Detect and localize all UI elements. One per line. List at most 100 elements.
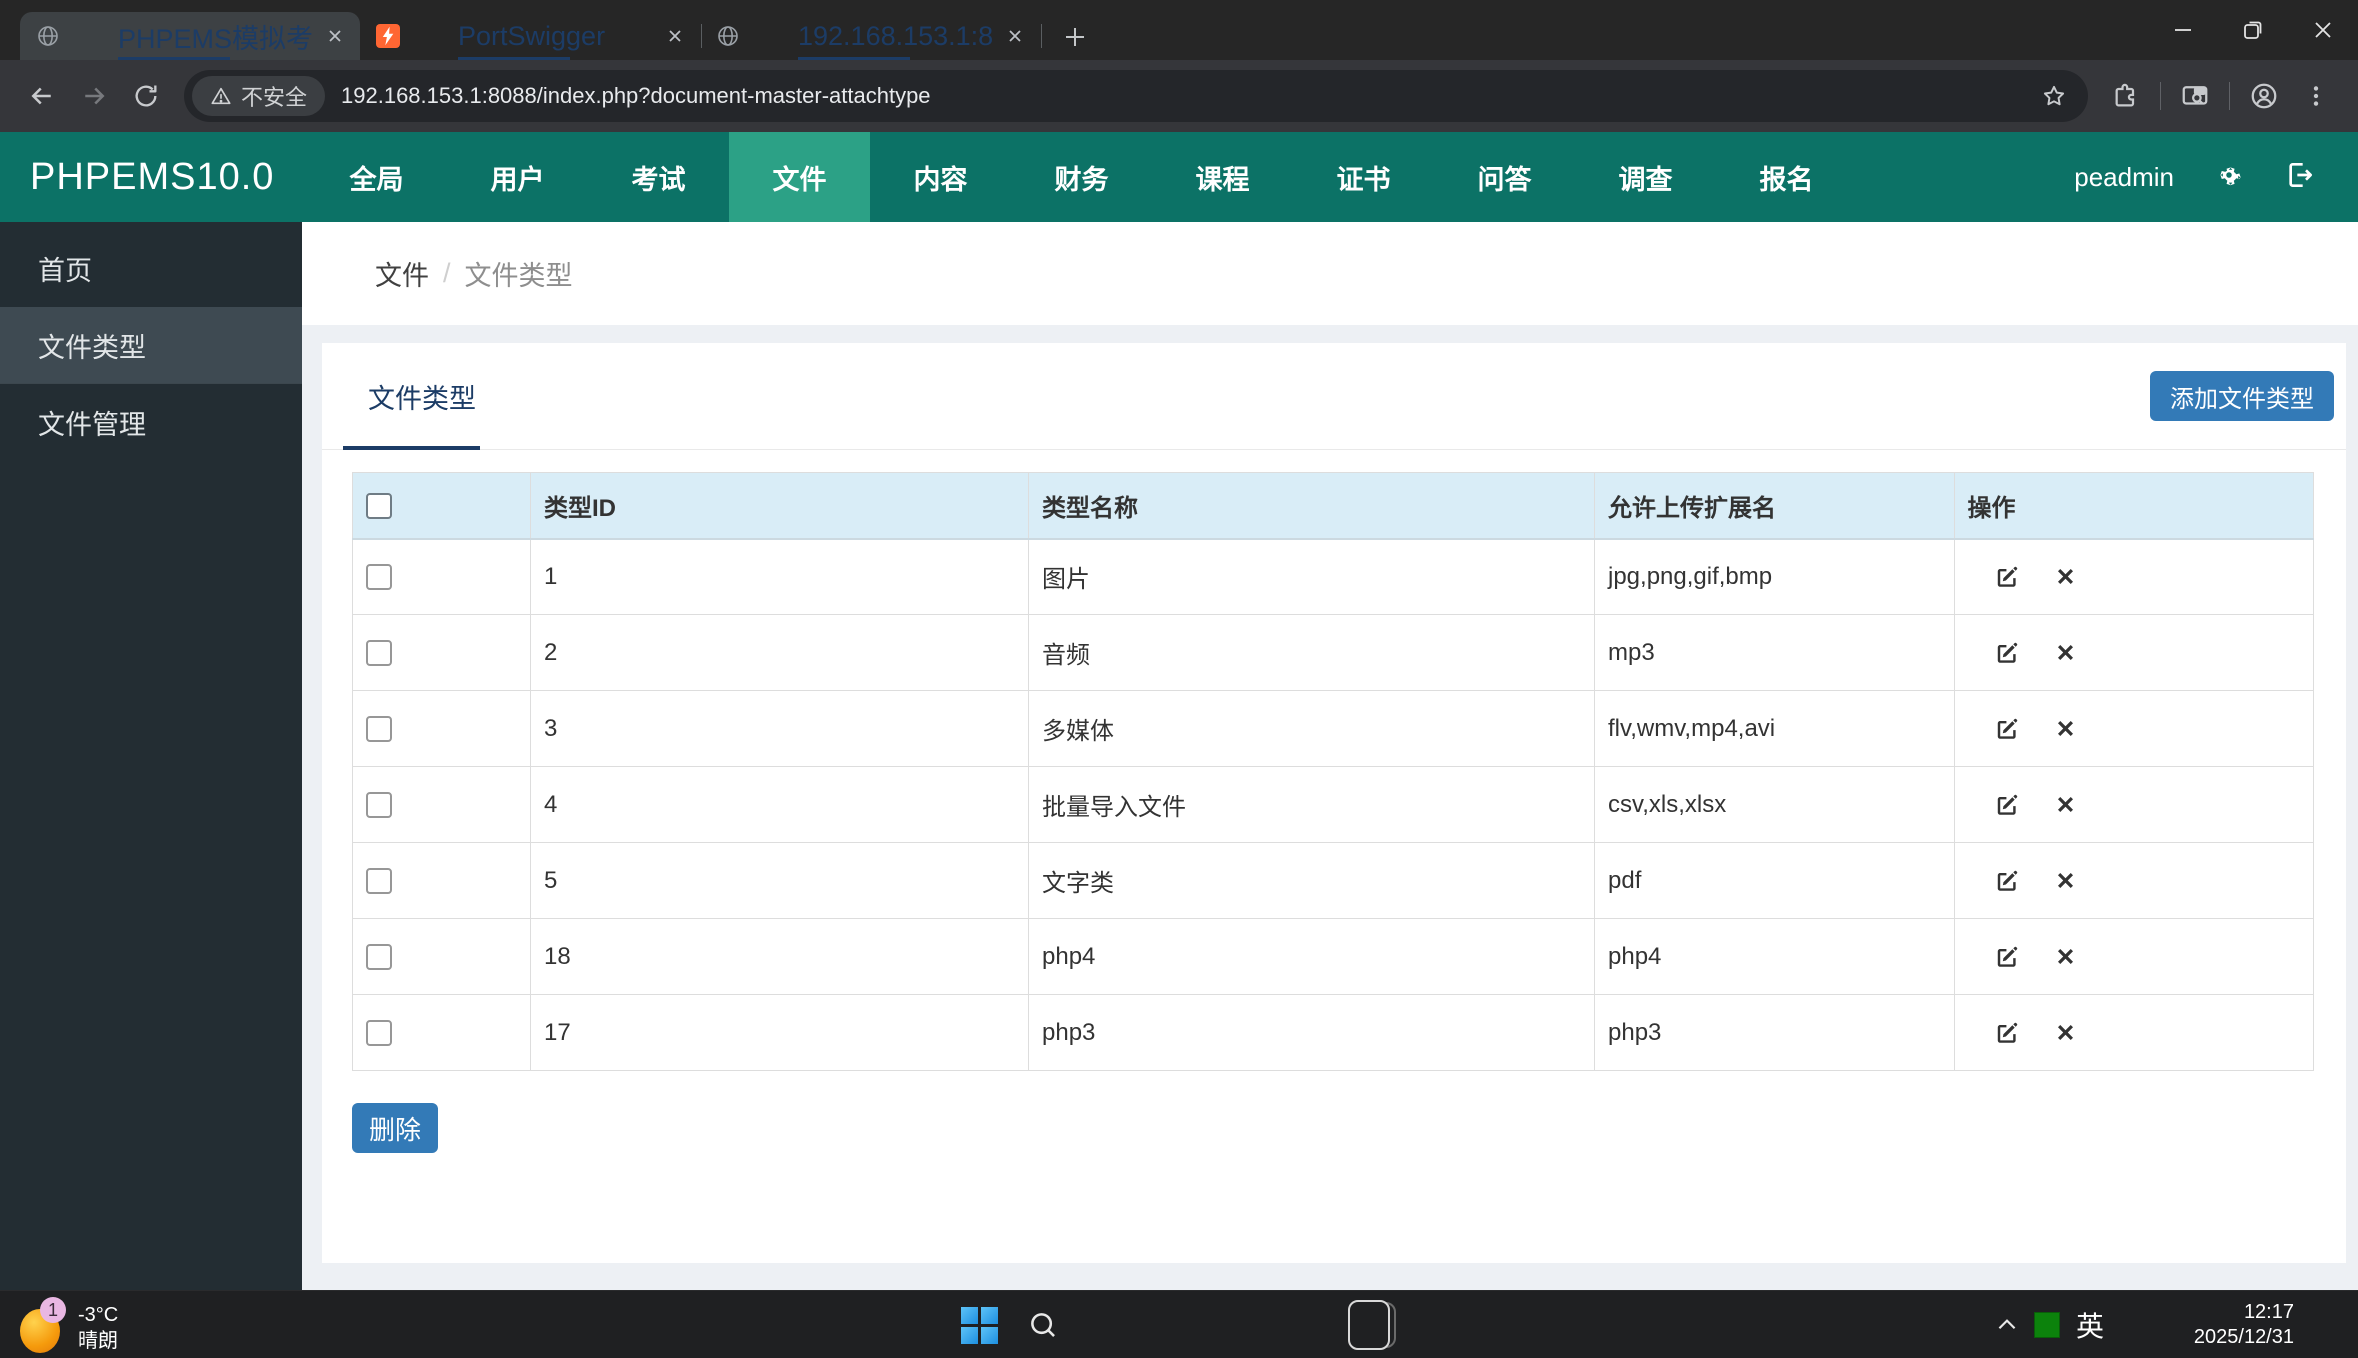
warning-icon: [211, 87, 231, 105]
row-checkbox[interactable]: [366, 564, 392, 591]
weather-widget[interactable]: 1 -3°C 晴朗: [18, 1297, 118, 1354]
url-text[interactable]: 192.168.153.1:8088/index.php?document-ma…: [341, 83, 2034, 109]
nav-item[interactable]: 报名: [1716, 132, 1857, 222]
window-minimize-button[interactable]: [2148, 0, 2218, 60]
window-close-button[interactable]: [2288, 0, 2358, 60]
new-tab-button[interactable]: [1054, 16, 1096, 58]
edit-icon[interactable]: [1992, 790, 2022, 820]
username[interactable]: peadmin: [2074, 162, 2174, 193]
app-top-nav: PHPEMS10.0 全局 用户 考试 文件 内容 财务 课程 证书 问答 调查…: [0, 132, 2358, 222]
file-types-table: 类型ID 类型名称 允许上传扩展名 操作 1 图片 jpg,png,gif,bm…: [352, 472, 2314, 1071]
edit-icon[interactable]: [1992, 714, 2022, 744]
logout-icon[interactable]: [2284, 159, 2316, 196]
tray-chevron-up-icon[interactable]: [1994, 1291, 2020, 1358]
back-icon[interactable]: [16, 70, 68, 122]
type-name-cell: 多媒体: [1028, 690, 1595, 767]
delete-x-icon[interactable]: [2050, 1018, 2080, 1048]
row-checkbox[interactable]: [366, 868, 392, 895]
edit-icon[interactable]: [1992, 942, 2022, 972]
taskbar-clock[interactable]: 12:17 2025/12/31: [2194, 1291, 2294, 1358]
row-checkbox[interactable]: [366, 716, 392, 743]
delete-x-icon[interactable]: [2050, 714, 2080, 744]
browser-menu-icon[interactable]: [2290, 70, 2342, 122]
sidebar-item[interactable]: 首页: [0, 230, 302, 307]
file-types-card: 文件类型 添加文件类型 类型ID 类型名称 允许上传扩展名 操作 1 图片 jp…: [322, 343, 2346, 1263]
nav-item[interactable]: 文件: [729, 132, 870, 222]
tab-close-icon[interactable]: [662, 23, 688, 49]
nav-item-label: 问答: [1477, 164, 1532, 195]
nav-item[interactable]: 用户: [447, 132, 588, 222]
edit-icon[interactable]: [1992, 1018, 2022, 1048]
row-checkbox[interactable]: [366, 944, 392, 971]
breadcrumb-separator: /: [443, 258, 451, 288]
edit-icon[interactable]: [1992, 866, 2022, 896]
tab-favicon-icon: [376, 24, 400, 48]
delete-x-icon[interactable]: [2050, 790, 2080, 820]
taskbar-app-icon[interactable]: [1348, 1291, 1396, 1358]
delete-x-icon[interactable]: [2050, 866, 2080, 896]
nav-item[interactable]: 课程: [1152, 132, 1293, 222]
nav-item[interactable]: 全局: [306, 132, 447, 222]
operations-cell: [1953, 766, 2314, 843]
type-name-cell: php4: [1028, 918, 1595, 995]
address-bar[interactable]: 不安全 192.168.153.1:8088/index.php?documen…: [184, 70, 2088, 122]
tab-close-icon[interactable]: [1002, 23, 1028, 49]
table-header-cell: 类型名称: [1028, 472, 1595, 540]
ime-indicator[interactable]: 英: [2076, 1291, 2104, 1358]
edit-icon[interactable]: [1992, 562, 2022, 592]
taskbar-time: 12:17: [2243, 1301, 2294, 1323]
security-chip[interactable]: 不安全: [192, 76, 326, 116]
forward-icon[interactable]: [68, 70, 120, 122]
type-name-cell: 图片: [1028, 538, 1595, 615]
delete-x-icon[interactable]: [2050, 638, 2080, 668]
browser-tab[interactable]: PHPEMS模拟考试系统后台管理: [20, 12, 360, 60]
extensions-icon[interactable]: [2100, 70, 2152, 122]
profile-icon[interactable]: [2238, 70, 2290, 122]
nav-item[interactable]: 调查: [1575, 132, 1716, 222]
nav-item[interactable]: 内容: [870, 132, 1011, 222]
tab-file-types[interactable]: 文件类型: [343, 343, 480, 450]
row-checkbox[interactable]: [366, 792, 392, 819]
extensions-cell: php4: [1594, 918, 1955, 995]
type-name-cell: php3: [1028, 994, 1595, 1071]
table-row: 18 php4 php4: [352, 918, 2314, 995]
weather-badge: 1: [40, 1297, 66, 1323]
sidebar-item[interactable]: 文件类型: [0, 307, 302, 384]
nav-menu: 全局 用户 考试 文件 内容 财务 课程 证书 问答 调查 报名: [306, 132, 1857, 222]
row-checkbox[interactable]: [366, 1020, 392, 1047]
nav-item[interactable]: 财务: [1011, 132, 1152, 222]
sidebar-search-icon[interactable]: [2169, 70, 2221, 122]
breadcrumb-parent[interactable]: 文件: [375, 254, 429, 293]
tray-app-icon[interactable]: [2034, 1291, 2060, 1358]
settings-gear-icon[interactable]: [2214, 160, 2244, 195]
nav-item[interactable]: 问答: [1434, 132, 1575, 222]
table-row: 1 图片 jpg,png,gif,bmp: [352, 538, 2314, 615]
select-all-checkbox[interactable]: [366, 492, 392, 519]
delete-button[interactable]: 删除: [352, 1103, 438, 1153]
nav-item[interactable]: 证书: [1293, 132, 1434, 222]
toolbar-divider: [2229, 82, 2230, 110]
reload-icon[interactable]: [120, 70, 172, 122]
bookmark-star-icon[interactable]: [2034, 76, 2074, 116]
start-button[interactable]: [961, 1291, 998, 1358]
nav-item-label: 课程: [1195, 164, 1250, 195]
delete-x-icon[interactable]: [2050, 942, 2080, 972]
taskbar-search-icon[interactable]: [1026, 1291, 1060, 1358]
tab-title: PHPEMS模拟考试系统后台管理: [118, 12, 314, 60]
sidebar-item[interactable]: 文件管理: [0, 384, 302, 461]
row-checkbox[interactable]: [366, 640, 392, 667]
delete-x-icon[interactable]: [2050, 562, 2080, 592]
app-logo[interactable]: PHPEMS10.0: [30, 132, 290, 222]
edit-icon[interactable]: [1992, 638, 2022, 668]
tab-close-icon[interactable]: [322, 23, 348, 49]
sidebar-item-label: 文件管理: [38, 410, 146, 440]
add-file-type-button[interactable]: 添加文件类型: [2150, 371, 2334, 421]
browser-tab[interactable]: PortSwigger: [360, 12, 702, 60]
browser-tab[interactable]: 192.168.153.1:8088/index.ph: [700, 12, 1042, 60]
table-header-cell: 类型ID: [530, 472, 1029, 540]
nav-item[interactable]: 考试: [588, 132, 729, 222]
window-restore-button[interactable]: [2218, 0, 2288, 60]
breadcrumb: 文件 / 文件类型: [302, 222, 2358, 325]
extensions-cell: csv,xls,xlsx: [1594, 766, 1955, 843]
row-checkbox-cell: [352, 614, 531, 691]
